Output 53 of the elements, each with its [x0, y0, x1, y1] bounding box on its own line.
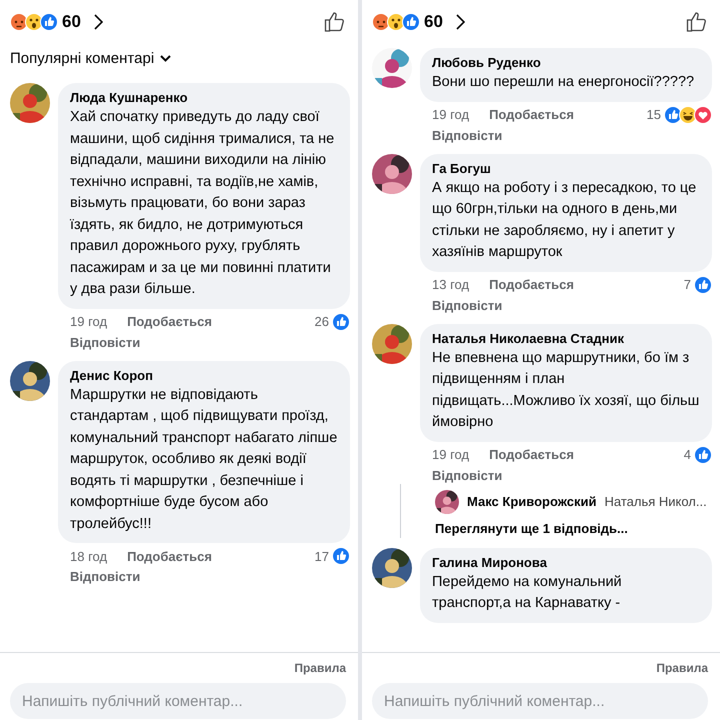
thumbs-up-icon[interactable] [686, 11, 708, 33]
comment-time: 19 год [70, 314, 108, 329]
thumbs-up-icon [694, 276, 712, 294]
comment-author[interactable]: Любовь Руденко [432, 55, 541, 70]
like-link[interactable]: Подобається [127, 548, 212, 564]
reaction-count: 60 [424, 12, 443, 32]
comment-text: Перейдемо на комунальний транспорт,а на Карнаватку - [432, 572, 623, 613]
comment-text: Хай спочатку приведуть до ладу свої машини, щоб сидіння трималися, та не відпадали, машини виходили на лінію технічно исправні, та водіїв,не хамів, візьмуть працювати, бо вони зараз їздять, як бидло, не дотримуються правил дорожнього руху, грублять пасажирам и за це ми повинні платити у два рази більше. [70, 108, 336, 299]
rules-link[interactable]: Правила [656, 661, 708, 675]
like-link[interactable]: Подобається [489, 277, 574, 292]
like-link[interactable]: Подобається [489, 447, 574, 462]
thumbs-up-icon [40, 13, 58, 31]
reaction-count: 15 [646, 107, 661, 122]
sort-label[interactable]: Популярні коментарі [10, 50, 154, 67]
reply-link[interactable]: Відповісти [420, 126, 508, 144]
comment-author[interactable]: Наталья Николаевна Стадник [432, 330, 624, 346]
thumbs-up-icon [332, 547, 350, 565]
comment-input[interactable]: Напишіть публічний коментар... [10, 683, 346, 719]
comment-time: 13 год [432, 277, 470, 292]
comment-text: Не впевнена що маршрутники, бо їм з підвищенням і план підвищать...Можливо їх хозяї, що більш ймовірно [432, 348, 700, 432]
thumbs-up-icon[interactable] [324, 11, 346, 33]
reaction-count: 7 [684, 277, 691, 292]
reply-author[interactable]: Макс Криворожский [467, 494, 596, 509]
chevron-right-icon[interactable] [454, 14, 465, 30]
reply-text: Наталья Никол... [604, 494, 707, 509]
comment-author[interactable]: Денис Короп [70, 368, 153, 382]
reaction-count: 26 [314, 314, 329, 329]
thumbs-up-icon [402, 13, 420, 31]
more-replies-link[interactable]: Переглянути ще 1 відповідь... [401, 520, 628, 536]
like-link[interactable]: Подобається [127, 314, 212, 329]
rules-link[interactable]: Правила [294, 661, 346, 675]
reply-link[interactable]: Відповісти [420, 466, 508, 484]
comment-text: Вони шо перешли на енергоносії????? [432, 73, 696, 92]
reaction-count: 60 [62, 12, 81, 32]
reply-link[interactable]: Відповісти [58, 334, 146, 350]
comment-author[interactable]: Люда Кушнаренко [70, 90, 188, 105]
reply-link[interactable]: Відповісти [58, 568, 146, 585]
comment-text: А якщо на роботу і з пересадкою, то це що 60грн,тільки на одного в день,ми стільки не заробляємо, ну і апетит у хазяїнів маршруток [432, 178, 698, 262]
chevron-right-icon[interactable] [92, 14, 103, 30]
comment-author[interactable]: Га Богуш [432, 160, 491, 176]
comment-time: 19 год [432, 107, 470, 122]
comment-input[interactable]: Напишіть публічний коментар... [372, 683, 708, 719]
chevron-down-icon[interactable] [160, 54, 172, 62]
reaction-count: 4 [684, 447, 691, 462]
comment-time: 18 год [70, 548, 108, 564]
reply-link[interactable]: Відповісти [420, 296, 508, 314]
comment-time: 19 год [432, 447, 470, 462]
comment-author[interactable]: Галина Миронова [432, 554, 547, 570]
thumbs-up-icon [694, 446, 712, 464]
comment-text: Маршрутки не відповідають стандартам , щоб підвищувати проїзд, комунальний транспорт набагато ліпше маршруток, особливо як деякі водії водять ті маршрутки , безпечніше і комфортніше буде бусом або тролейбус!!! [70, 386, 338, 534]
thumbs-up-icon [332, 312, 350, 330]
like-link[interactable]: Подобається [489, 107, 574, 122]
reaction-count: 17 [314, 548, 329, 564]
